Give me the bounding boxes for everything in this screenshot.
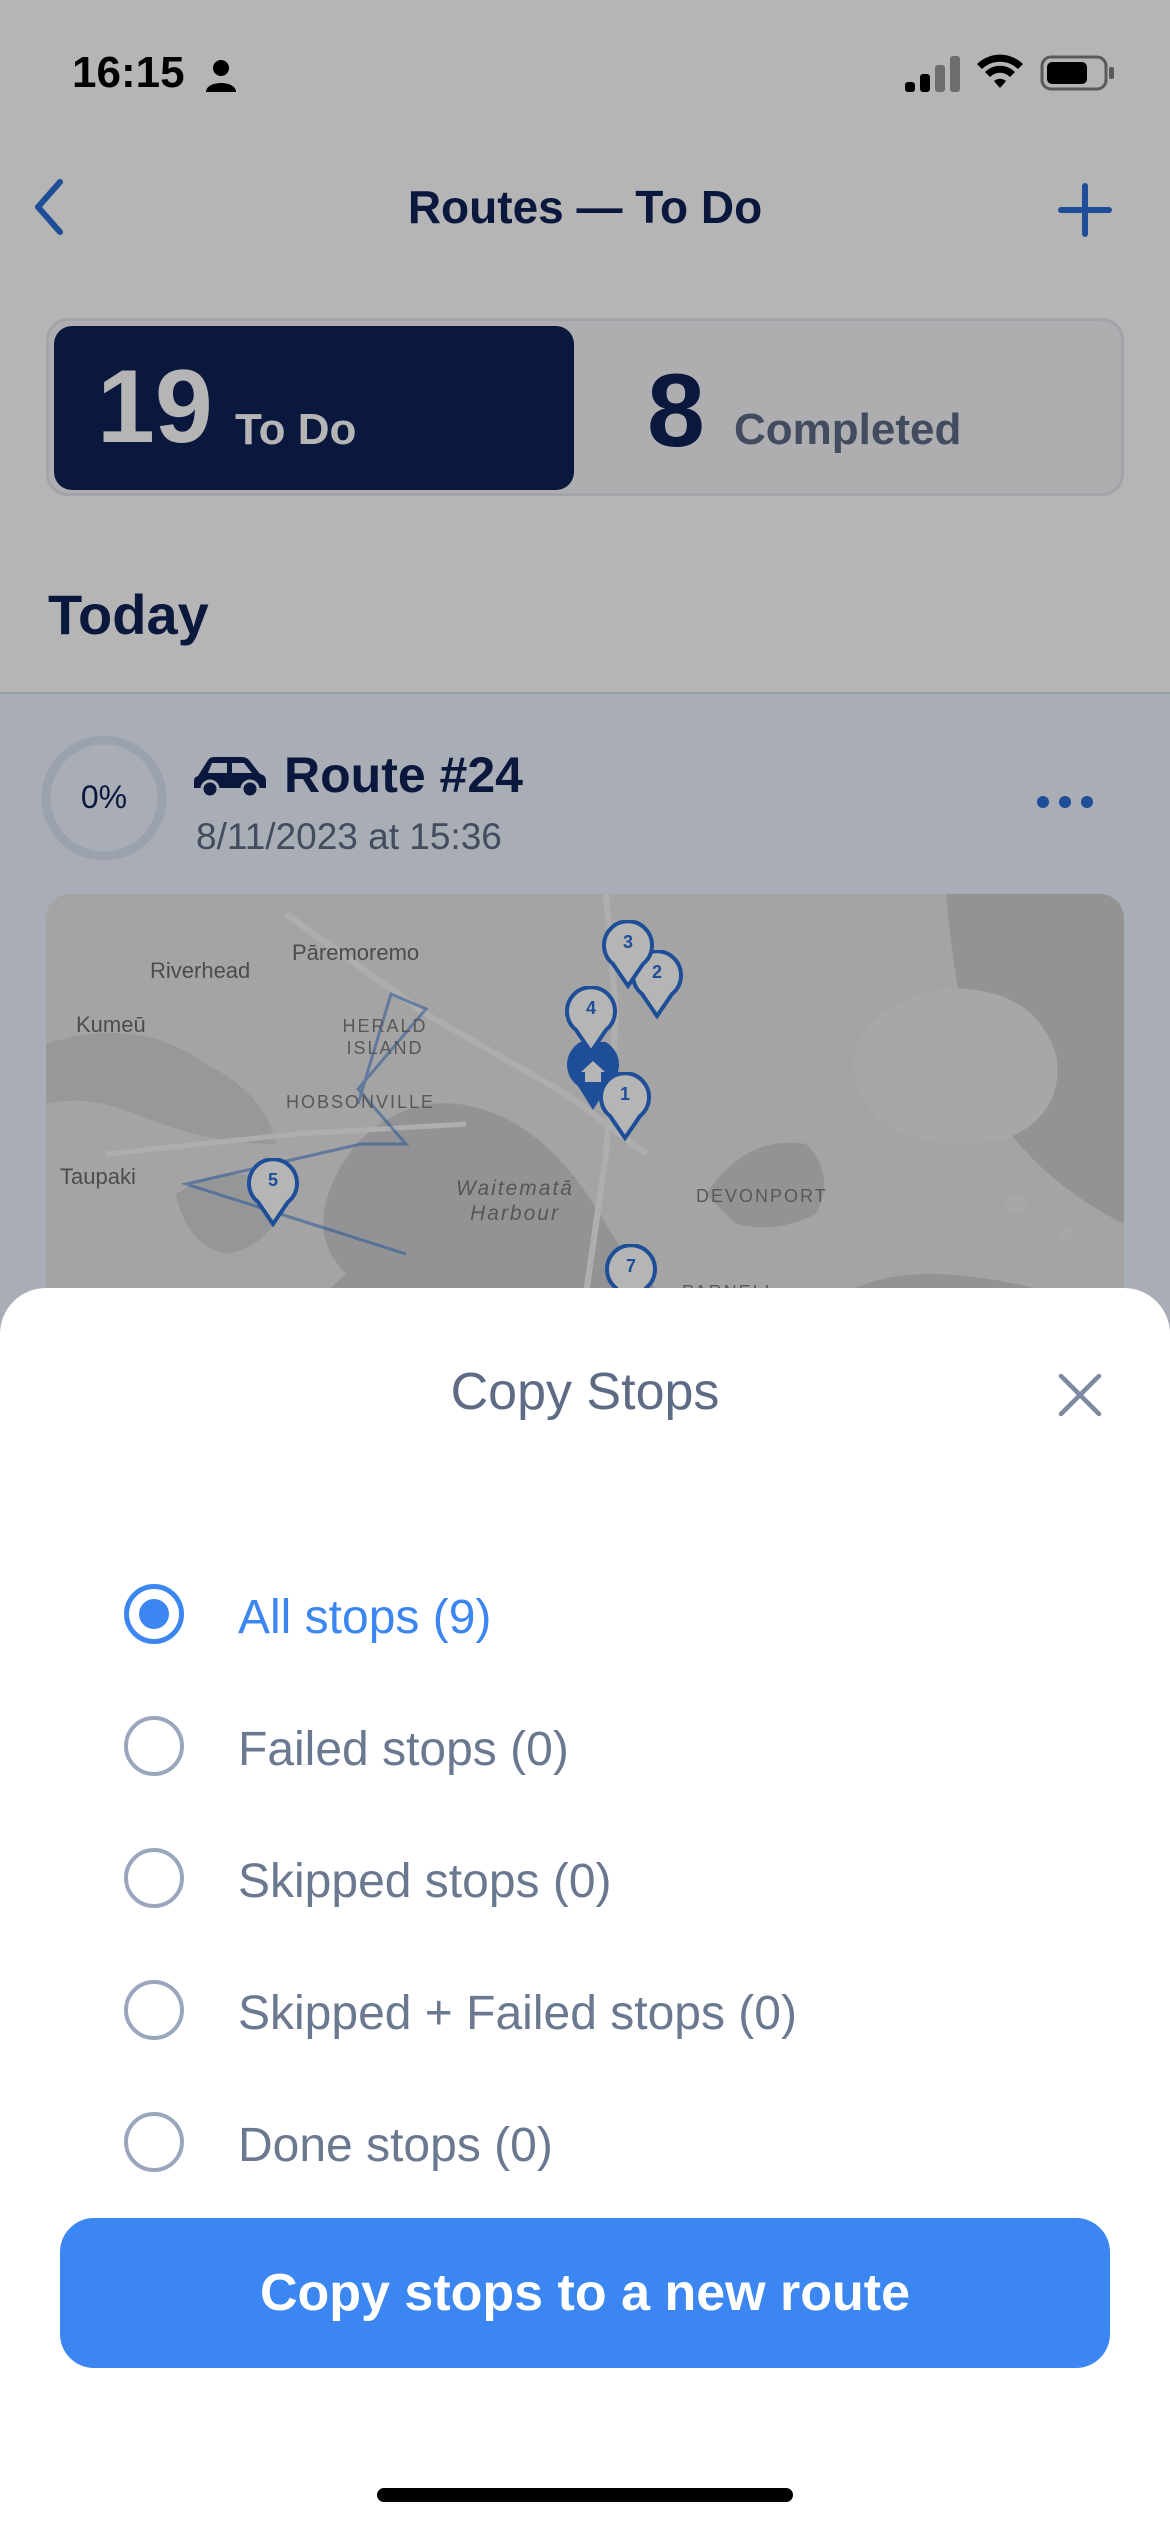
home-indicator[interactable] [377,2488,793,2502]
radio-button[interactable] [124,1848,184,1908]
radio-button[interactable] [124,1980,184,2040]
copy-stops-button[interactable]: Copy stops to a new route [60,2218,1110,2368]
option-label: All stops (9) [238,1591,492,1644]
option-label: Skipped + Failed stops (0) [238,1987,797,2040]
close-icon[interactable] [1055,1370,1105,1420]
option-skipped-stops[interactable]: Skipped stops (0) [120,1828,1070,1928]
option-skipped-failed-stops[interactable]: Skipped + Failed stops (0) [120,1960,1070,2060]
radio-button[interactable] [124,1716,184,1776]
option-label: Skipped stops (0) [238,1855,612,1908]
option-label: Done stops (0) [238,2119,553,2172]
option-all-stops[interactable]: All stops (9) [120,1564,1070,1664]
radio-button[interactable] [124,2112,184,2172]
copy-stops-sheet: Copy Stops All stops (9) Failed stops (0… [0,1288,1170,2532]
option-label: Failed stops (0) [238,1723,569,1776]
option-failed-stops[interactable]: Failed stops (0) [120,1696,1070,1796]
option-done-stops[interactable]: Done stops (0) [120,2092,1070,2192]
sheet-title: Copy Stops [450,1363,720,1421]
radio-button[interactable] [124,1584,184,1644]
